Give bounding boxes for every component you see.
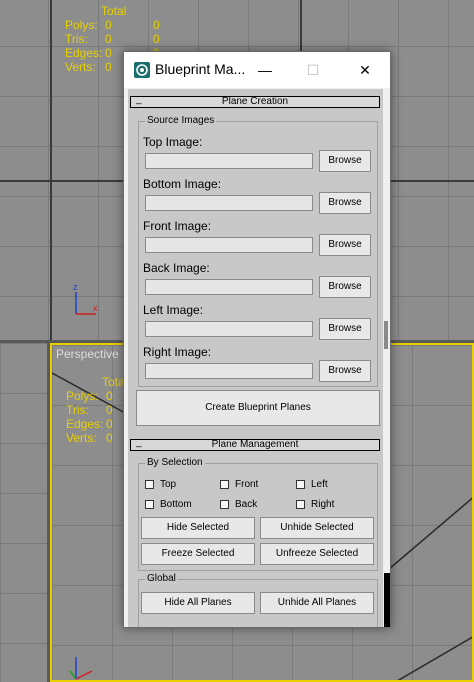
stats-header: Total bbox=[101, 4, 127, 18]
create-blueprint-planes-button[interactable]: Create Blueprint Planes bbox=[136, 390, 380, 426]
viewport-label[interactable]: Perspective bbox=[56, 347, 119, 361]
dialog-content: _ Plane Creation Source Images Top Image… bbox=[128, 89, 383, 627]
stats-value: 0 bbox=[106, 431, 113, 445]
browse-top-button[interactable]: Browse bbox=[319, 150, 371, 172]
viewport-left[interactable] bbox=[0, 343, 47, 682]
checkbox-right[interactable]: Right bbox=[296, 499, 334, 510]
checkbox-box[interactable] bbox=[145, 499, 154, 509]
axis-gizmo-icon bbox=[69, 657, 93, 680]
right-image-input[interactable] bbox=[145, 363, 313, 379]
hide-selected-button[interactable]: Hide Selected bbox=[141, 517, 255, 539]
checkbox-box[interactable] bbox=[296, 479, 305, 489]
checkbox-box[interactable] bbox=[220, 499, 229, 509]
bottom-image-label: Bottom Image: bbox=[143, 177, 222, 191]
stats-label: Polys: bbox=[66, 389, 99, 403]
app-icon bbox=[134, 62, 150, 78]
checkbox-back[interactable]: Back bbox=[220, 499, 257, 510]
rollout-toggle[interactable]: _ bbox=[136, 438, 142, 448]
top-image-input[interactable] bbox=[145, 153, 313, 169]
bottom-image-input[interactable] bbox=[145, 195, 313, 211]
close-button[interactable]: ✕ bbox=[342, 56, 388, 84]
checkbox-left[interactable]: Left bbox=[296, 479, 328, 490]
checkbox-front[interactable]: Front bbox=[220, 479, 258, 490]
rollout-toggle[interactable]: _ bbox=[136, 95, 142, 105]
stats-value: 0 bbox=[106, 389, 113, 403]
dialog-titlebar[interactable]: Blueprint Ma... — ☐ ✕ bbox=[124, 52, 390, 88]
viewport-stats: Total Polys: 0 Tris: 0 Edges: 0 Verts: 0 bbox=[66, 375, 127, 445]
left-image-input[interactable] bbox=[145, 321, 313, 337]
checkbox-label: Top bbox=[160, 479, 177, 490]
checkbox-box[interactable] bbox=[296, 499, 305, 509]
checkbox-label: Right bbox=[311, 499, 335, 510]
checkbox-top[interactable]: Top bbox=[145, 479, 176, 490]
right-image-label: Right Image: bbox=[143, 345, 212, 359]
stats-label: Verts: bbox=[66, 431, 97, 445]
rollout-plane-management[interactable]: _ Plane Management bbox=[130, 438, 380, 451]
axis-gizmo-icon: z x bbox=[73, 282, 98, 315]
stats-label: Edges: bbox=[65, 46, 103, 60]
checkbox-box[interactable] bbox=[220, 479, 229, 489]
hide-all-planes-button[interactable]: Hide All Planes bbox=[141, 592, 255, 614]
stats-value: 0 bbox=[106, 417, 113, 431]
stats-value: 0 bbox=[153, 32, 160, 46]
checkbox-box[interactable] bbox=[145, 479, 154, 489]
axis-z-label: z bbox=[73, 282, 78, 292]
stats-label: Tris: bbox=[66, 403, 89, 417]
back-image-label: Back Image: bbox=[143, 261, 210, 275]
stats-value: 0 bbox=[153, 18, 160, 32]
stats-value: 0 bbox=[105, 32, 112, 46]
checkbox-label: Left bbox=[311, 479, 328, 490]
stats-label: Tris: bbox=[65, 32, 88, 46]
browse-left-button[interactable]: Browse bbox=[319, 318, 371, 340]
checkbox-label: Bottom bbox=[160, 499, 192, 510]
blueprint-manager-dialog: Blueprint Ma... — ☐ ✕ _ Plane Creation S… bbox=[123, 51, 391, 628]
checkbox-bottom[interactable]: Bottom bbox=[145, 499, 192, 510]
group-title: Source Images bbox=[145, 115, 217, 126]
dialog-title: Blueprint Ma... bbox=[155, 61, 246, 77]
checkbox-label: Front bbox=[235, 479, 259, 490]
group-title: By Selection bbox=[145, 457, 205, 468]
maximize-button[interactable]: ☐ bbox=[290, 56, 336, 84]
stats-header: Total bbox=[102, 375, 128, 389]
stats-label: Verts: bbox=[65, 60, 96, 74]
browse-back-button[interactable]: Browse bbox=[319, 276, 371, 298]
stats-value: 0 bbox=[105, 18, 112, 32]
freeze-selected-button[interactable]: Freeze Selected bbox=[141, 543, 255, 565]
stats-label: Polys: bbox=[65, 18, 98, 32]
unfreeze-selected-button[interactable]: Unfreeze Selected bbox=[260, 543, 374, 565]
scrollbar-thumb[interactable] bbox=[384, 321, 388, 349]
unhide-selected-button[interactable]: Unhide Selected bbox=[260, 517, 374, 539]
top-image-label: Top Image: bbox=[143, 135, 203, 149]
browse-right-button[interactable]: Browse bbox=[319, 360, 371, 382]
front-image-label: Front Image: bbox=[143, 219, 212, 233]
left-image-label: Left Image: bbox=[143, 303, 204, 317]
group-title: Global bbox=[145, 573, 178, 584]
checkbox-label: Back bbox=[235, 499, 258, 510]
browse-bottom-button[interactable]: Browse bbox=[319, 192, 371, 214]
browse-front-button[interactable]: Browse bbox=[319, 234, 371, 256]
rollout-plane-creation[interactable]: _ Plane Creation bbox=[130, 95, 380, 108]
axis-x-label: x bbox=[93, 303, 98, 313]
stats-value: 0 bbox=[106, 403, 113, 417]
rollout-scrollbar[interactable] bbox=[384, 89, 390, 627]
minimize-button[interactable]: — bbox=[242, 56, 288, 84]
back-image-input[interactable] bbox=[145, 279, 313, 295]
scrollbar-thumb[interactable] bbox=[384, 573, 390, 627]
rollout-title: Plane Creation bbox=[221, 96, 289, 107]
front-image-input[interactable] bbox=[145, 237, 313, 253]
rollout-title: Plane Management bbox=[211, 439, 299, 450]
unhide-all-planes-button[interactable]: Unhide All Planes bbox=[260, 592, 374, 614]
stats-label: Edges: bbox=[66, 417, 104, 431]
